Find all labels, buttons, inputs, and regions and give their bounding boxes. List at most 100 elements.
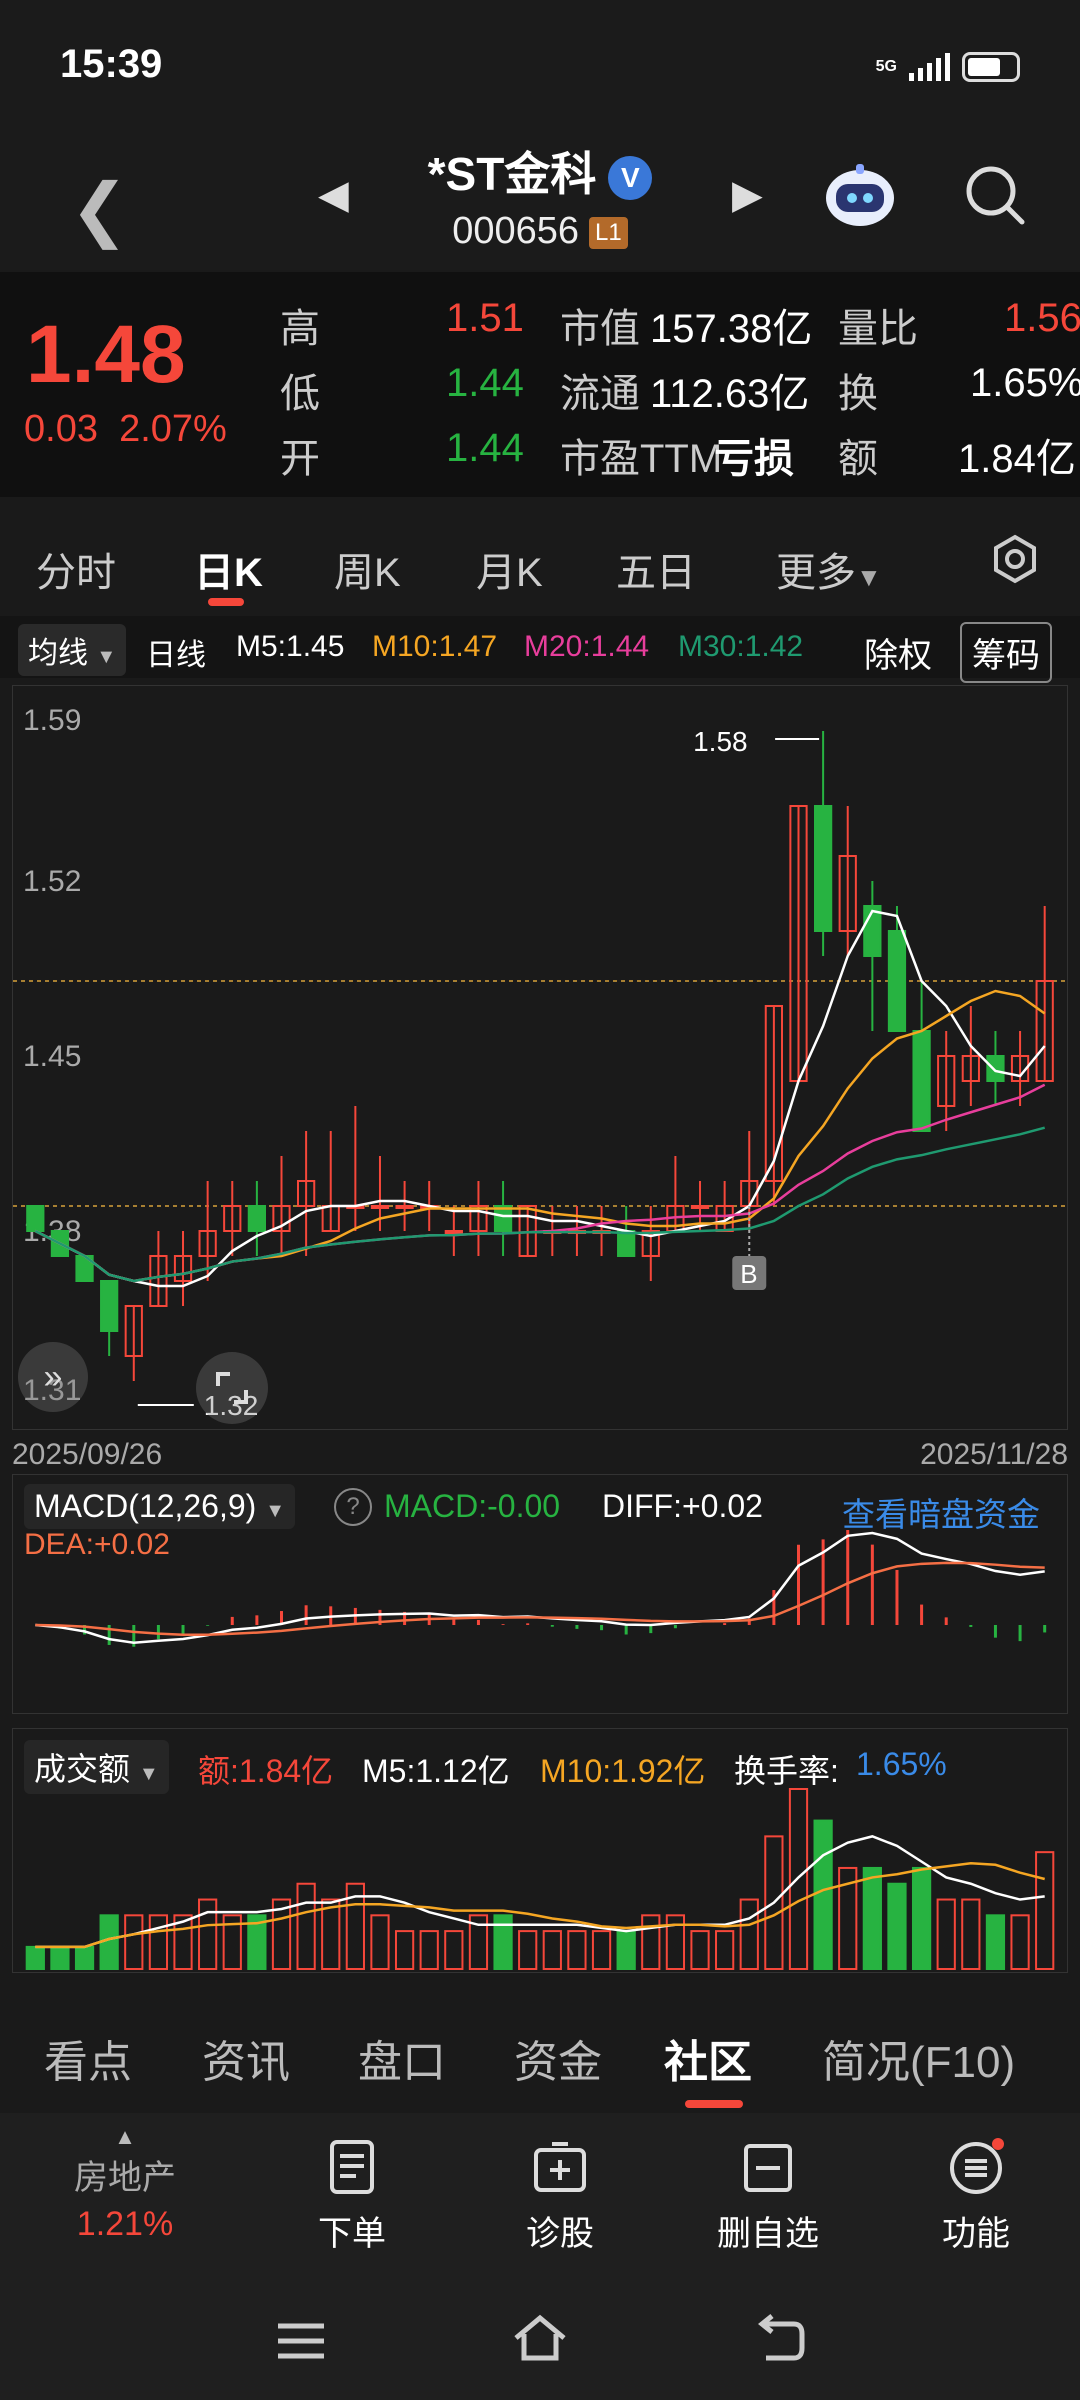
candle-body [395,1205,414,1209]
dark-pool-link[interactable]: 查看暗盘资金 [842,1488,1040,1536]
pe-value: 亏损 [714,437,794,481]
volume-bar [394,1930,415,1971]
home-icon[interactable] [510,2312,570,2369]
candle-body [100,1280,119,1332]
order-label: 下单 [318,2215,386,2253]
battery-icon [962,52,1020,82]
ma30-line [34,1126,1046,1283]
tab-highlights[interactable]: 看点 [44,2026,132,2090]
fullscreen-icon[interactable] [196,1352,268,1424]
high-label: 高 [280,307,320,351]
volume-bar [641,1914,661,1971]
low-label: 低 [280,372,320,416]
verified-icon: V [608,155,653,200]
tab-profile[interactable]: 简况(F10) [822,2026,1015,2090]
diff-value: DIFF:+0.02 [602,1488,763,1524]
amount-label: 额 [838,437,878,481]
ma-selector[interactable]: 均线 ▼ [18,624,127,676]
diagnose-label: 诊股 [526,2215,594,2253]
macd-value: MACD:-0.00 [384,1488,561,1524]
volume-bar [493,1914,513,1971]
sector-button[interactable]: ▲ 房地产 1.21% [30,2124,220,2244]
candle-body [617,1230,636,1257]
status-time: 15:39 [60,42,163,86]
back-nav-icon[interactable] [752,2314,808,2369]
volume-selector-label: 成交额 [34,1751,131,1787]
volume-bar [887,1882,907,1971]
menu-icon[interactable] [274,2318,328,2369]
tab-weekly-k[interactable]: 周K [334,540,401,598]
kline-chart[interactable]: 1.591.521.451.381.311.581.32B [12,685,1068,1430]
tab-monthly-k[interactable]: 月K [476,540,543,598]
next-stock-icon[interactable]: ▶ [732,172,763,218]
turnover-value: 1.65% [970,361,1080,405]
y-axis-label: 1.45 [23,1040,81,1073]
dropdown-icon: ▼ [856,562,882,592]
turnover-label: 换 [838,372,878,416]
volume-amount: 额:1.84亿 [198,1753,334,1789]
ma5-value: M5:1.45 [236,630,345,663]
volume-bar [961,1898,981,1971]
volume-m5: M5:1.12亿 [362,1753,510,1789]
ai-assistant-icon[interactable] [822,160,898,230]
price-change: 0.03 2.07% [24,408,227,451]
tab-intraday[interactable]: 分时 [36,540,116,598]
volume-bar [124,1914,144,1971]
stock-title: *ST金科 V [0,138,1080,204]
diagnose-icon [534,2142,586,2192]
y-axis-label: 1.59 [23,704,81,737]
order-button[interactable]: 下单 [292,2138,412,2255]
volume-m10: M10:1.92亿 [540,1753,706,1789]
tab-five-day[interactable]: 五日 [616,540,696,598]
float-value: 112.63亿 [650,372,810,416]
candle-body [370,1205,390,1209]
macd-selector[interactable]: MACD(12,26,9) ▼ [24,1484,295,1529]
vol-ratio-label: 量比 [838,307,918,351]
start-date: 2025/09/26 [12,1438,163,1471]
candle-body [444,1230,463,1234]
chips-button[interactable]: 筹码 [960,622,1052,683]
volume-bar [911,1866,932,1971]
volume-bar [321,1898,341,1971]
volume-bar [690,1930,710,1971]
y-axis-label: 1.52 [23,865,81,898]
vol-ratio-value: 1.56 [1004,296,1080,340]
functions-button[interactable]: 功能 [916,2138,1036,2255]
tab-news[interactable]: 资讯 [202,2026,290,2090]
volume-bar [985,1914,1006,1971]
volume-bar [419,1930,439,1971]
remove-watchlist-icon [744,2144,792,2192]
prev-stock-icon[interactable]: ◀ [318,172,349,218]
up-arrow-icon: ▲ [114,2124,136,2149]
ma-selector-label: 均线 [28,637,88,670]
functions-label: 功能 [942,2215,1010,2253]
tab-daily-k[interactable]: 日K [194,540,263,598]
stock-name: *ST金科 [427,148,597,200]
volume-bar [1035,1851,1055,1970]
settings-icon[interactable] [990,534,1040,584]
tab-orderbook[interactable]: 盘口 [358,2026,446,2090]
expand-panel-icon[interactable]: » [18,1342,88,1412]
low-value: 1.44 [446,361,524,405]
volume-selector[interactable]: 成交额 ▼ [24,1740,169,1794]
exright-button[interactable]: 除权 [864,628,932,677]
sector-percent: 1.21% [76,2205,174,2243]
last-price: 1.48 [26,309,186,400]
tab-funds[interactable]: 资金 [514,2026,602,2090]
pe-label: 市盈TTM [560,437,723,481]
ma20-value: M20:1.44 [524,630,650,663]
signal-icon [909,53,950,81]
open-value: 1.44 [446,426,524,470]
volume-bar [518,1930,538,1971]
help-icon[interactable]: ? [334,1488,372,1526]
remove-watchlist-button[interactable]: 删自选 [708,2138,828,2255]
tab-community[interactable]: 社区 [664,2026,752,2090]
macd-selector-label: MACD(12,26,9) [34,1488,257,1524]
search-icon[interactable] [962,162,1028,228]
sector-name: 房地产 [74,2159,176,2197]
volume-bar [370,1914,390,1971]
diagnose-button[interactable]: 诊股 [500,2138,620,2255]
tab-more[interactable]: 更多▼ [776,540,882,598]
dropdown-icon: ▼ [138,1763,159,1785]
kline-svg: 1.591.521.451.381.311.581.32B [13,704,1067,1421]
